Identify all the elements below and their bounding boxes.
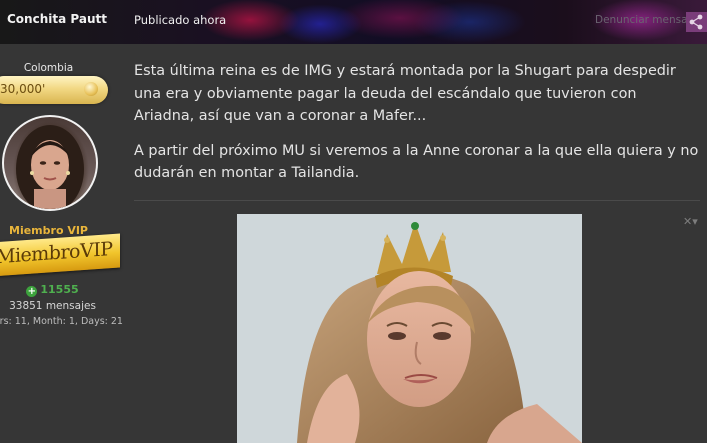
avatar[interactable] <box>2 115 98 211</box>
coin-icon <box>84 82 98 96</box>
message-count: 33851 mensajes <box>9 300 96 312</box>
reputation: +11555 <box>0 283 105 297</box>
author-name[interactable]: Conchita Pautt <box>7 12 107 26</box>
user-rank: Miembro VIP <box>9 224 88 237</box>
post-timestamp[interactable]: Publicado ahora <box>134 13 226 27</box>
avatar-portrait <box>16 125 84 209</box>
coins-badge: 30,000' <box>0 76 108 104</box>
share-icon[interactable] <box>686 12 707 32</box>
post-image[interactable] <box>237 214 582 443</box>
user-sidebar: Colombia 30,000' Miembro VIP MiembroVIP … <box>0 44 130 443</box>
plus-icon: + <box>26 286 38 297</box>
vip-badge-text: MiembroVIP <box>0 238 113 269</box>
post-paragraph: Esta última reina es de IMG y estará mon… <box>134 63 676 124</box>
image-tools-toggle[interactable]: ✕▾ <box>683 215 698 228</box>
post-header: Conchita Pautt Publicado ahora Denunciar… <box>0 0 707 44</box>
coins-count: 30,000' <box>0 82 46 96</box>
post-photo <box>237 214 582 443</box>
reputation-count: 11555 <box>40 283 79 296</box>
vip-badge: MiembroVIP <box>0 233 120 277</box>
report-link[interactable]: Denunciar mensaje <box>595 14 697 26</box>
membership-time: ears: 11, Month: 1, Days: 21 <box>0 316 123 327</box>
post-paragraph: A partir del próximo MU si veremos a la … <box>134 142 699 182</box>
divider <box>134 200 700 201</box>
user-country: Colombia <box>23 62 74 74</box>
post-body: Esta última reina es de IMG y estará mon… <box>134 60 700 197</box>
